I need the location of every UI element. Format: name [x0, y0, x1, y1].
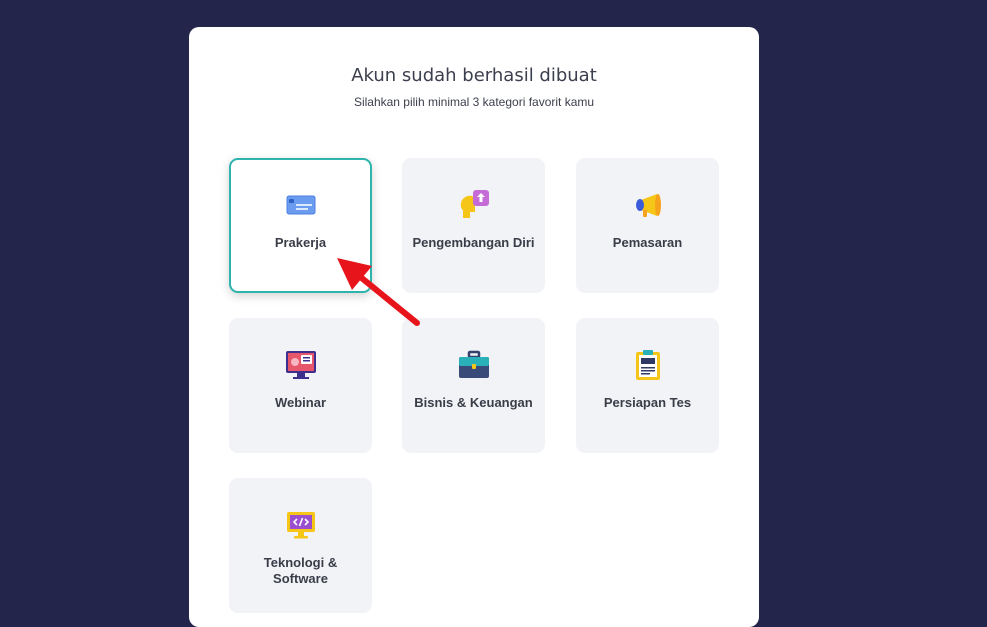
category-label: Pengembangan Diri: [412, 235, 535, 250]
modal-title: Akun sudah berhasil dibuat: [351, 65, 597, 86]
modal-subtitle: Silahkan pilih minimal 3 kategori favori…: [353, 95, 595, 109]
category-label: Pemasaran: [612, 235, 683, 250]
category-card-teknologi-software[interactable]: Teknologi & Software: [229, 478, 372, 613]
megaphone-icon: [635, 194, 661, 217]
category-label: Teknologi & Software: [263, 555, 338, 586]
category-card-pengembangan-diri[interactable]: Pengembangan Diri: [402, 158, 545, 293]
category-card-pemasaran[interactable]: Pemasaran: [576, 158, 719, 293]
clipboard-icon: [635, 350, 660, 380]
category-modal: Akun sudah berhasil dibuat Silahkan pili…: [189, 27, 759, 627]
category-label: Webinar: [274, 395, 327, 410]
credit-card-icon: [286, 195, 315, 215]
category-card-persiapan-tes[interactable]: Persiapan Tes: [576, 318, 719, 453]
code-monitor-icon: [286, 512, 315, 539]
category-card-bisnis-keuangan[interactable]: Bisnis & Keuangan: [402, 318, 545, 453]
category-card-webinar[interactable]: Webinar: [229, 318, 372, 453]
head-growth-icon: [460, 190, 489, 218]
briefcase-icon: [458, 350, 489, 378]
category-label: Bisnis & Keuangan: [414, 395, 533, 410]
category-label: Prakerja: [274, 235, 327, 250]
category-card-prakerja[interactable]: Prakerja: [229, 158, 372, 293]
monitor-presentation-icon: [285, 351, 316, 379]
category-label: Persiapan Tes: [603, 395, 692, 410]
